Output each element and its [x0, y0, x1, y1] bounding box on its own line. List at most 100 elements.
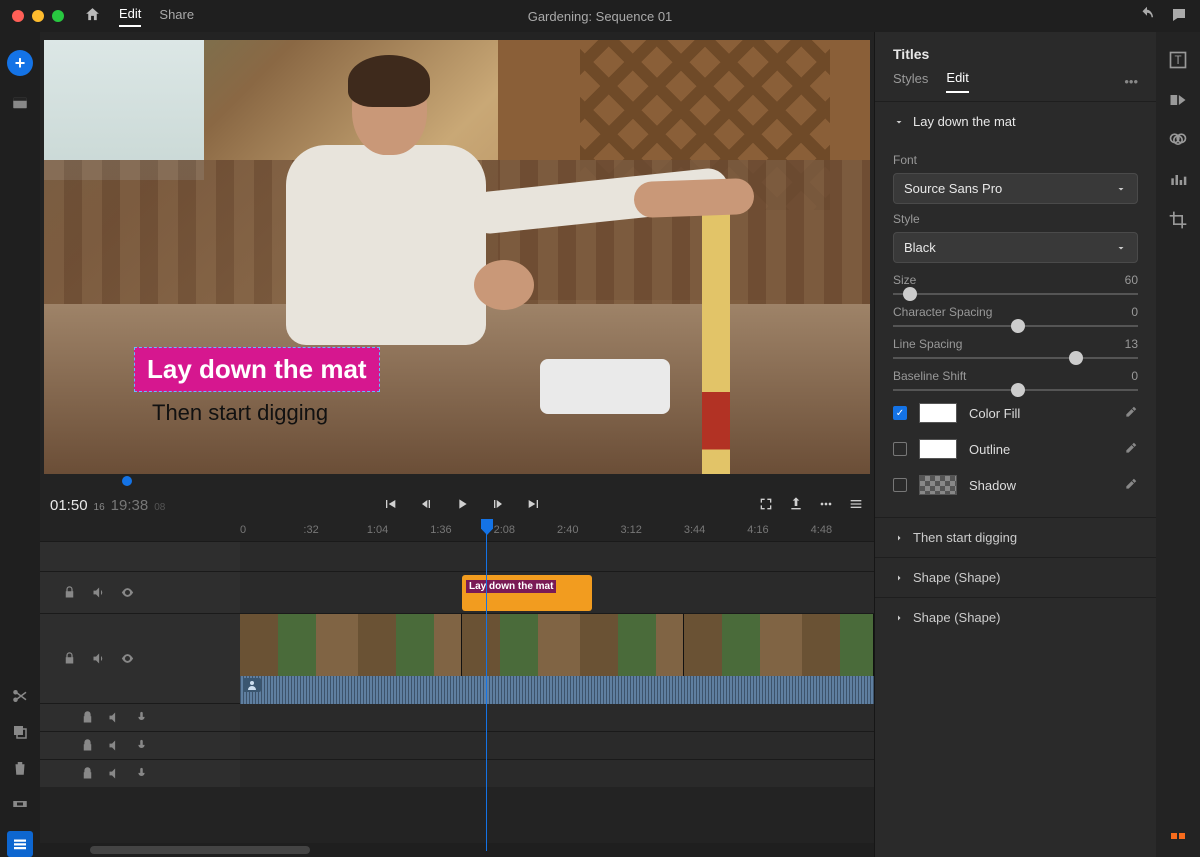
panel-more-icon[interactable]: ••• — [1124, 74, 1138, 89]
linespacing-slider[interactable] — [893, 357, 1138, 359]
transport-bar: 01:50 16 19:38 08 — [40, 488, 874, 519]
lock-icon[interactable] — [80, 738, 95, 753]
mute-icon[interactable] — [107, 766, 122, 781]
transitions-icon[interactable] — [1168, 90, 1188, 110]
mic-icon[interactable] — [134, 710, 149, 725]
lock-icon[interactable] — [62, 585, 77, 600]
play-button[interactable] — [454, 496, 470, 515]
audio-icon[interactable] — [1168, 170, 1188, 190]
fullscreen-icon[interactable] — [758, 496, 774, 515]
audio-meter — [1171, 833, 1185, 839]
tab-edit[interactable]: Edit — [119, 6, 141, 27]
charspacing-slider[interactable] — [893, 325, 1138, 327]
section-label: Shape (Shape) — [913, 610, 1000, 625]
charspacing-value[interactable]: 0 — [1131, 305, 1138, 319]
title-text-primary[interactable]: Lay down the mat — [134, 347, 380, 392]
panel-tab-edit[interactable]: Edit — [946, 70, 968, 93]
add-button[interactable]: + — [7, 50, 33, 76]
audio-track-2[interactable] — [40, 731, 874, 759]
visibility-icon[interactable] — [120, 651, 135, 666]
mute-icon[interactable] — [91, 585, 106, 600]
color-icon[interactable] — [1168, 130, 1188, 150]
section-header-title1[interactable]: Lay down the mat — [875, 102, 1156, 141]
preview-scrubber[interactable] — [44, 474, 870, 488]
colorfill-swatch[interactable] — [919, 403, 957, 423]
center-area: Lay down the mat Then start digging 01:5… — [40, 32, 874, 857]
minimize-window-button[interactable] — [32, 10, 44, 22]
audio-waveform[interactable] — [240, 676, 874, 704]
close-window-button[interactable] — [12, 10, 24, 22]
chevron-right-icon — [893, 532, 905, 544]
timeline-view-icon[interactable] — [7, 831, 33, 857]
ruler-mark: 4:48 — [811, 524, 874, 536]
more-icon[interactable] — [818, 496, 834, 515]
project-panel-icon[interactable] — [11, 94, 29, 112]
font-dropdown[interactable]: Source Sans Pro — [893, 173, 1138, 204]
home-icon[interactable] — [84, 6, 101, 26]
mute-icon[interactable] — [107, 738, 122, 753]
menu-icon[interactable] — [848, 496, 864, 515]
shadow-checkbox[interactable] — [893, 478, 907, 492]
maximize-window-button[interactable] — [52, 10, 64, 22]
mute-icon[interactable] — [107, 710, 122, 725]
title-track[interactable]: Lay down the mat — [40, 571, 874, 613]
marker-icon[interactable] — [11, 795, 29, 813]
timecode[interactable]: 01:50 16 19:38 08 — [50, 497, 165, 514]
eyedropper-icon[interactable] — [1124, 441, 1138, 458]
trash-icon[interactable] — [11, 759, 29, 777]
timeline-ruler[interactable]: 0 :32 1:04 1:36 2:08 2:40 3:12 3:44 4:16… — [40, 519, 874, 541]
step-forward-button[interactable] — [490, 496, 506, 515]
step-back-button[interactable] — [418, 496, 434, 515]
mute-icon[interactable] — [91, 651, 106, 666]
lock-icon[interactable] — [80, 766, 95, 781]
linespacing-value[interactable]: 13 — [1125, 337, 1138, 351]
style-label: Style — [893, 212, 1138, 226]
goto-start-button[interactable] — [382, 496, 398, 515]
undo-icon[interactable] — [1138, 6, 1156, 27]
eyedropper-icon[interactable] — [1124, 405, 1138, 422]
duplicate-icon[interactable] — [11, 723, 29, 741]
lock-icon[interactable] — [80, 710, 95, 725]
chevron-right-icon — [893, 612, 905, 624]
visibility-icon[interactable] — [120, 585, 135, 600]
colorfill-checkbox[interactable] — [893, 406, 907, 420]
title-clip[interactable]: Lay down the mat — [462, 575, 592, 611]
outline-swatch[interactable] — [919, 439, 957, 459]
export-icon[interactable] — [788, 496, 804, 515]
lock-icon[interactable] — [62, 651, 77, 666]
title-overlay[interactable]: Lay down the mat Then start digging — [134, 347, 380, 426]
panel-tab-styles[interactable]: Styles — [893, 71, 928, 92]
outline-checkbox[interactable] — [893, 442, 907, 456]
mic-icon[interactable] — [134, 738, 149, 753]
audio-track-1[interactable] — [40, 703, 874, 731]
goto-end-button[interactable] — [526, 496, 542, 515]
section-header-shape1[interactable]: Shape (Shape) — [875, 558, 1156, 597]
eyedropper-icon[interactable] — [1124, 477, 1138, 494]
shadow-swatch[interactable] — [919, 475, 957, 495]
audio-track-3[interactable] — [40, 759, 874, 787]
title-text-secondary: Then start digging — [152, 400, 380, 426]
text-tool-icon[interactable]: T — [1168, 50, 1188, 70]
baseline-slider[interactable] — [893, 389, 1138, 391]
mic-icon[interactable] — [134, 766, 149, 781]
scissors-icon[interactable] — [11, 687, 29, 705]
ruler-mark: :32 — [303, 524, 366, 536]
size-slider[interactable] — [893, 293, 1138, 295]
ruler-mark: 2:40 — [557, 524, 620, 536]
comment-icon[interactable] — [1170, 6, 1188, 27]
section-header-shape2[interactable]: Shape (Shape) — [875, 598, 1156, 637]
scrollbar-thumb[interactable] — [90, 846, 310, 854]
style-dropdown[interactable]: Black — [893, 232, 1138, 263]
section-label: Shape (Shape) — [913, 570, 1000, 585]
preview-monitor[interactable]: Lay down the mat Then start digging — [44, 40, 870, 474]
video-track[interactable] — [40, 613, 874, 703]
size-value[interactable]: 60 — [1125, 273, 1138, 287]
section-header-title2[interactable]: Then start digging — [875, 518, 1156, 557]
size-label: Size — [893, 273, 916, 287]
timeline[interactable]: Lay down the mat — [40, 541, 874, 843]
crop-icon[interactable] — [1168, 210, 1188, 230]
tab-share[interactable]: Share — [159, 7, 194, 26]
scrubber-handle[interactable] — [122, 476, 132, 486]
timeline-scrollbar[interactable] — [40, 843, 874, 857]
baseline-value[interactable]: 0 — [1131, 369, 1138, 383]
